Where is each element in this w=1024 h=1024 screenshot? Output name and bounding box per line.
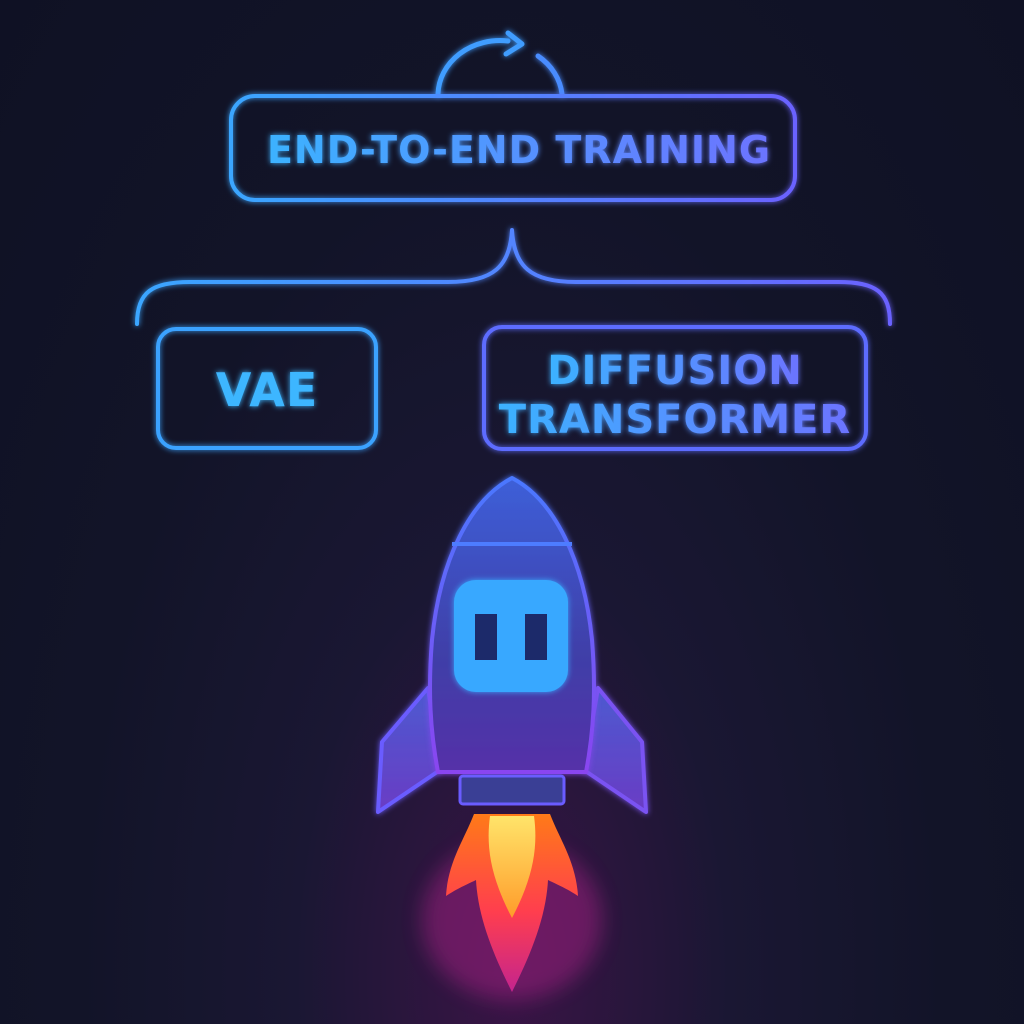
rocket-window-icon (454, 580, 568, 692)
rocket-icon (376, 476, 648, 814)
dit-label-line2: TRANSFORMER (499, 397, 851, 443)
rocket-window-slot-right (525, 614, 547, 660)
cycle-arrow-icon (435, 30, 565, 97)
group-brace (135, 228, 892, 326)
training-label: END-TO-END TRAINING (267, 128, 771, 172)
vae-label: VAE (216, 363, 319, 417)
dit-label-line1: DIFFUSION (547, 348, 802, 394)
rocket-window-slot-left (475, 614, 497, 660)
flame-icon (422, 814, 602, 1000)
rocket-nozzle (458, 774, 566, 806)
diagram-canvas: END-TO-END TRAINING VAE DIFFUSION TRANSF… (135, 30, 892, 1000)
